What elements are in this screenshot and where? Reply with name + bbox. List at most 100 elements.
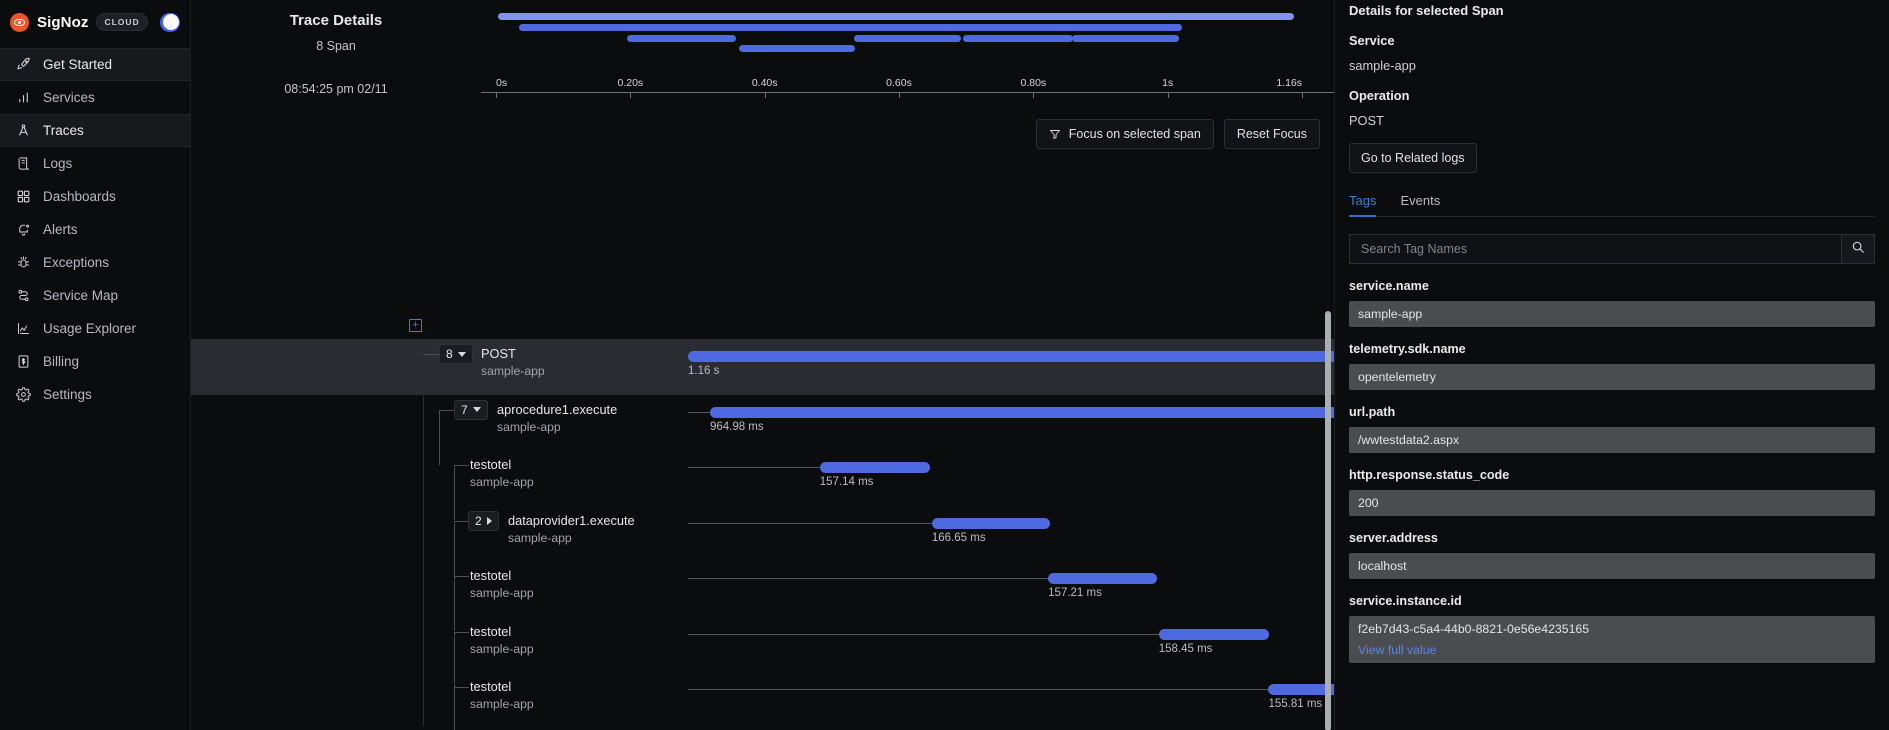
minimap-bar	[1072, 35, 1179, 42]
sidebar-item-exceptions[interactable]: Exceptions	[0, 246, 190, 279]
span-count: 8 Span	[316, 39, 356, 53]
span-leader-line	[688, 633, 1159, 635]
expand-collapse-all-icon[interactable]: +	[409, 319, 422, 332]
span-row[interactable]: testotel sample-app 158.45 ms	[191, 617, 1334, 687]
ruler-tick-label: 0s	[496, 77, 508, 89]
sidebar-item-label: Alerts	[43, 222, 78, 237]
bell-icon	[15, 221, 32, 238]
sidebar-nav: Get Started Services Traces Logs Dashboa…	[0, 48, 190, 411]
sidebar-item-alerts[interactable]: Alerts	[0, 213, 190, 246]
tag-search-row	[1349, 234, 1875, 264]
tag-key: telemetry.sdk.name	[1349, 342, 1466, 356]
tab-tags[interactable]: Tags	[1349, 193, 1377, 217]
span-timeline-lane: 157.21 ms	[191, 571, 1334, 601]
sidebar-item-label: Traces	[43, 123, 84, 138]
span-timeline-lane: 158.45 ms	[191, 627, 1334, 657]
sidebar-item-label: Settings	[43, 387, 92, 402]
sidebar-item-label: Logs	[43, 156, 73, 171]
span-duration-bar[interactable]	[1158, 628, 1270, 640]
sidebar-item-services[interactable]: Services	[0, 81, 190, 114]
bar-chart-icon	[15, 89, 32, 106]
sidebar-item-label: Exceptions	[43, 255, 110, 270]
minimap-bar	[739, 45, 856, 52]
trace-detail-main: Trace Details 8 Span 08:54:25 pm 02/11 0…	[191, 0, 1335, 730]
span-timeline-lane: 155.81 ms	[191, 682, 1334, 712]
span-duration-bar[interactable]	[1048, 573, 1158, 584]
tag-value: 200	[1349, 490, 1875, 516]
sidebar-item-logs[interactable]: Logs	[0, 147, 190, 180]
ruler-axis	[481, 92, 1334, 93]
sidebar-item-usage-explorer[interactable]: Usage Explorer	[0, 312, 190, 345]
span-timeline-lane: 1.16 s	[191, 349, 1334, 379]
search-icon	[1851, 240, 1865, 259]
span-tree: + 8 POST sample-app 1.16 s 7 aprocedure1.exec…	[191, 156, 1334, 730]
brand-row: SigNoz CLOUD ☾	[0, 0, 190, 44]
ruler-tick	[496, 92, 497, 98]
span-rows: 8 POST sample-app 1.16 s 7 aprocedure1.execut…	[191, 339, 1334, 730]
tab-events[interactable]: Events	[1400, 193, 1440, 216]
span-row[interactable]: 7 aprocedure1.execute sample-app 964.98 ms	[191, 395, 1334, 465]
ruler-tick	[1033, 92, 1035, 98]
rocket-icon	[15, 56, 32, 73]
reset-focus-button[interactable]: Reset Focus	[1223, 119, 1320, 149]
ruler-tick-label: 0.80s	[1020, 77, 1047, 89]
sidebar-item-billing[interactable]: Billing	[0, 345, 190, 378]
timeline-ruler: 0s 0.20s 0.40s 0.60s 0.80s 1s 1.16s	[481, 77, 1334, 101]
ruler-tick-label: 1s	[1162, 77, 1174, 89]
tag-key: http.response.status_code	[1349, 468, 1510, 482]
span-duration-bar[interactable]	[819, 462, 931, 473]
details-tabs: Tags Events	[1349, 193, 1875, 217]
search-tag-names-input[interactable]	[1349, 234, 1841, 264]
view-full-value-link[interactable]: View full value	[1358, 643, 1866, 657]
span-duration-label: 157.21 ms	[1048, 587, 1102, 599]
span-duration-bar[interactable]	[709, 406, 1334, 418]
sidebar: SigNoz CLOUD ☾ Get Started Services	[0, 0, 191, 730]
span-details-panel: Details for selected Span Service sample…	[1335, 0, 1889, 730]
span-row[interactable]: testotel sample-app 157.14 ms	[191, 450, 1334, 520]
go-to-related-logs-button[interactable]: Go to Related logs	[1349, 143, 1477, 173]
sidebar-item-get-started[interactable]: Get Started	[0, 48, 190, 81]
sidebar-item-dashboards[interactable]: Dashboards	[0, 180, 190, 213]
minimap-bar	[498, 13, 1295, 20]
span-timeline-lane: 964.98 ms	[191, 405, 1334, 435]
sidebar-item-traces[interactable]: Traces	[0, 114, 190, 147]
span-duration-bar[interactable]	[931, 517, 1050, 529]
focus-on-selected-span-button[interactable]: Focus on selected span	[1035, 119, 1214, 149]
trace-minimap[interactable]: 0s 0.20s 0.40s 0.60s 0.80s 1s 1.16s	[481, 0, 1334, 112]
sidebar-item-settings[interactable]: Settings	[0, 378, 190, 411]
span-leader-line	[688, 522, 932, 524]
ruler-tick	[1167, 92, 1169, 98]
tag-key: server.address	[1349, 531, 1438, 545]
signoz-logo-icon	[10, 12, 29, 32]
span-timeline-lane: 166.65 ms	[191, 516, 1334, 546]
span-row[interactable]: testotel sample-app 157.21 ms	[191, 561, 1334, 631]
tag-value: localhost	[1349, 553, 1875, 579]
theme-toggle[interactable]: ☾	[159, 12, 180, 32]
sidebar-item-label: Dashboards	[43, 189, 116, 204]
gear-icon	[15, 386, 32, 403]
ruler-tick	[630, 92, 632, 98]
filter-icon	[1049, 128, 1061, 140]
span-row[interactable]: 8 POST sample-app 1.16 s	[191, 339, 1334, 395]
sidebar-item-label: Billing	[43, 354, 80, 369]
tag-value: sample-app	[1349, 301, 1875, 327]
sidebar-item-service-map[interactable]: Service Map	[0, 279, 190, 312]
span-leader-line	[688, 689, 1269, 690]
reset-button-label: Reset Focus	[1236, 127, 1307, 141]
span-row[interactable]: testotel sample-app 155.81 ms	[191, 672, 1334, 730]
operation-label: Operation	[1349, 88, 1410, 103]
span-duration-label: 157.14 ms	[819, 476, 874, 488]
vertical-scrollbar[interactable]	[1325, 311, 1331, 730]
span-duration-bar[interactable]	[688, 351, 1334, 362]
search-button[interactable]	[1841, 234, 1875, 264]
trace-toolbar: Focus on selected span Reset Focus	[191, 112, 1334, 156]
span-duration-label: 155.81 ms	[1268, 698, 1323, 710]
span-row[interactable]: 2 dataprovider1.execute sample-app 166.65 m…	[191, 506, 1334, 576]
trace-timestamp: 08:54:25 pm 02/11	[284, 82, 388, 96]
span-leader-line	[688, 467, 820, 468]
tag-list: service.name sample-app telemetry.sdk.name…	[1349, 279, 1875, 663]
service-label: Service	[1349, 33, 1395, 48]
bug-icon	[15, 254, 32, 271]
billing-icon	[15, 353, 32, 370]
sidebar-item-label: Service Map	[43, 288, 119, 303]
